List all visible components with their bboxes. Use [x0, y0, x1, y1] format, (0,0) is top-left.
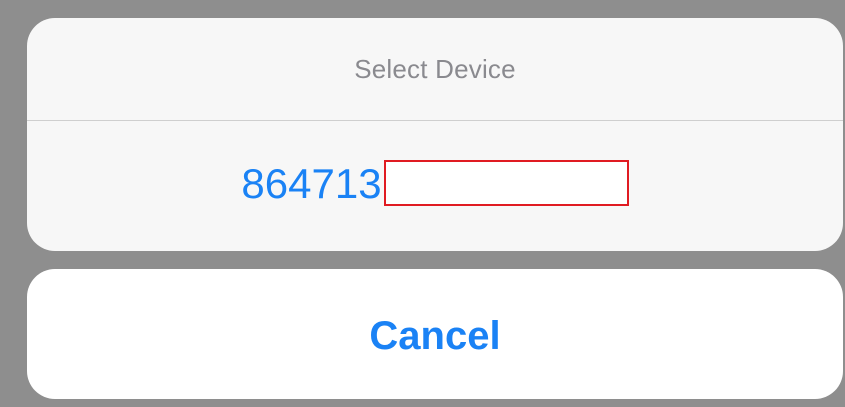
- action-sheet: Select Device 864713: [27, 18, 843, 251]
- device-option-row: 864713: [241, 160, 629, 207]
- device-option[interactable]: 864713: [27, 121, 843, 251]
- cancel-button-label: Cancel: [369, 313, 501, 358]
- action-sheet-title: Select Device: [354, 53, 516, 84]
- redaction-box: [383, 160, 629, 206]
- device-id-text: 864713: [241, 160, 382, 207]
- cancel-button[interactable]: Cancel: [27, 269, 843, 399]
